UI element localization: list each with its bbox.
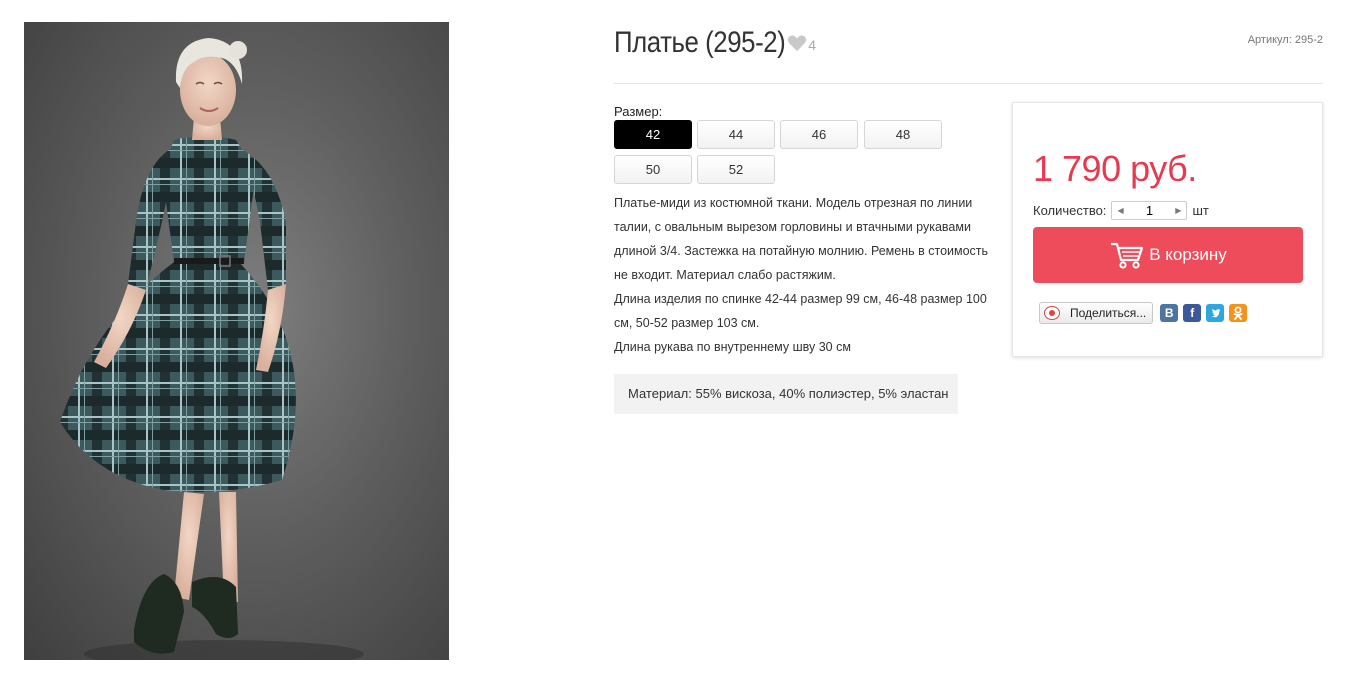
- product-photo-illustration: [60, 38, 364, 660]
- increment-arrow-icon[interactable]: ▶: [1175, 206, 1181, 215]
- twitter-icon[interactable]: [1206, 304, 1225, 322]
- sku-label: Артикул:: [1247, 34, 1292, 46]
- product-title-text: Платье (295-2): [614, 26, 786, 59]
- size-option-44[interactable]: 44: [697, 120, 775, 149]
- quantity-label: Количество:: [1033, 203, 1107, 218]
- product-description: Платье-миди из костюмной ткани. Модель о…: [614, 191, 1004, 359]
- share-button[interactable]: Поделиться...: [1039, 302, 1154, 324]
- add-to-cart-button[interactable]: В корзину: [1033, 227, 1303, 283]
- odnoklassniki-glyph: [1233, 306, 1243, 320]
- buy-box: 1 790 руб. Количество: ◀ 1 ▶ шт В корзин…: [1012, 102, 1323, 357]
- vk-icon[interactable]: B: [1160, 304, 1179, 322]
- product-title: Платье (295-2) 4: [614, 26, 816, 60]
- twitter-bird-glyph: [1211, 309, 1221, 318]
- product-photo[interactable]: [24, 22, 449, 660]
- facebook-icon[interactable]: f: [1183, 304, 1202, 322]
- share-button-label: Поделиться...: [1070, 306, 1147, 320]
- size-option-42[interactable]: 42: [614, 120, 692, 149]
- quantity-value[interactable]: 1: [1146, 203, 1153, 218]
- size-option-52[interactable]: 52: [697, 155, 775, 184]
- heart-icon: [788, 35, 807, 51]
- description-paragraph: Длина рукава по внутреннему шву 30 см: [614, 340, 851, 354]
- add-to-cart-label: В корзину: [1149, 245, 1227, 264]
- quantity-stepper[interactable]: ◀ 1 ▶: [1111, 201, 1188, 220]
- material-info: Материал: 55% вискоза, 40% полиэстер, 5%…: [614, 374, 958, 414]
- share-icon: [1044, 306, 1060, 320]
- decrement-arrow-icon[interactable]: ◀: [1117, 206, 1123, 215]
- sku-value: 295-2: [1294, 34, 1323, 46]
- sku: Артикул: 295-2: [1248, 34, 1323, 46]
- size-option-46[interactable]: 46: [780, 120, 858, 149]
- price: 1 790 руб.: [1033, 148, 1197, 189]
- quantity-row: Количество: ◀ 1 ▶ шт: [1033, 201, 1209, 220]
- odnoklassniki-icon[interactable]: [1229, 304, 1248, 322]
- share-row: Поделиться... B f: [1039, 302, 1248, 324]
- quantity-unit: шт: [1192, 203, 1209, 218]
- title-divider: [614, 83, 1323, 84]
- favorites-count: 4: [808, 37, 816, 53]
- size-option-48[interactable]: 48: [864, 120, 942, 149]
- description-paragraph: Платье-миди из костюмной ткани. Модель о…: [614, 196, 989, 282]
- size-label: Размер:: [614, 104, 663, 119]
- size-option-50[interactable]: 50: [614, 155, 692, 184]
- cart-icon: [1111, 242, 1144, 269]
- favorite-button[interactable]: 4: [787, 33, 816, 53]
- description-paragraph: Длина изделия по спинке 42-44 размер 99 …: [614, 292, 987, 330]
